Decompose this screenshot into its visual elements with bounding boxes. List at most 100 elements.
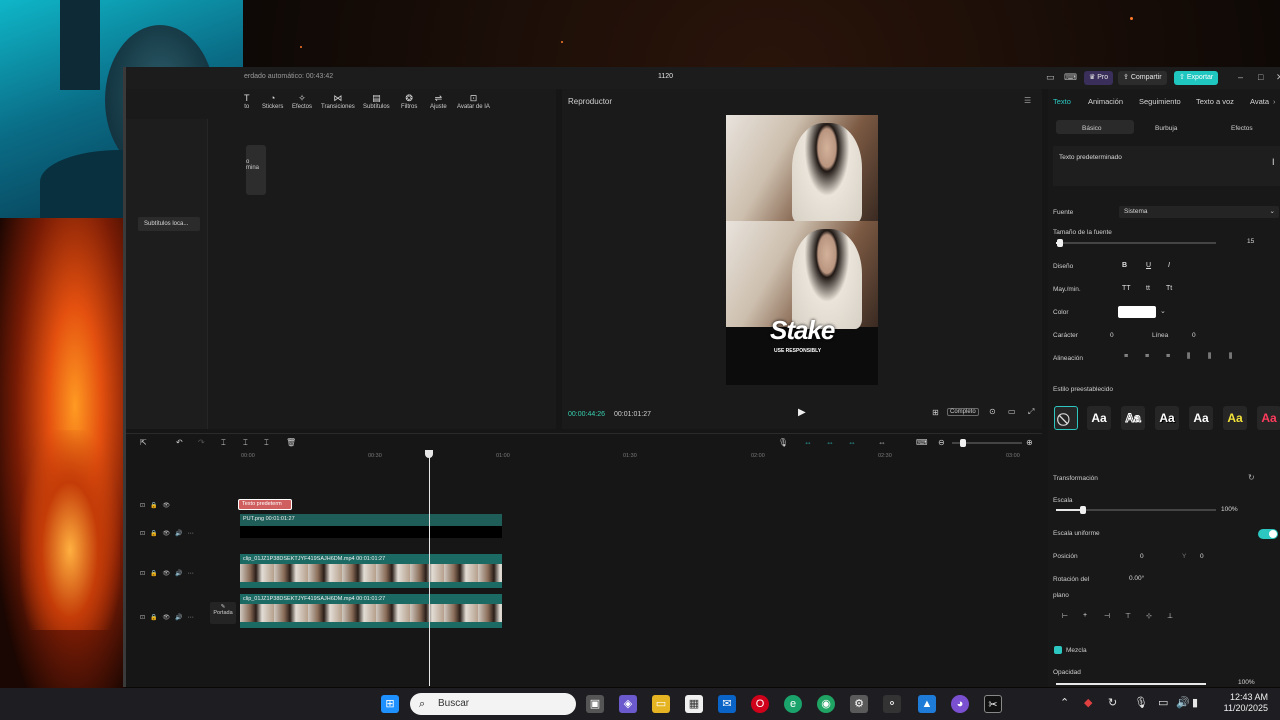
photos-icon[interactable]: ▲ [918, 695, 936, 713]
tab-texto-a-voz[interactable]: Texto a voz [1196, 97, 1234, 106]
undo-icon[interactable]: ↶ [176, 438, 183, 447]
toolbar-stickers[interactable]: ◔ Stickers [262, 93, 283, 110]
toolbar-filters[interactable]: ❂ Filtros [401, 93, 417, 110]
align-left-edge-icon[interactable]: ⊢ [1062, 612, 1068, 620]
link-main-track-icon[interactable]: ⇔ [804, 438, 812, 447]
preset-white[interactable]: Aa [1087, 406, 1111, 430]
export-button[interactable]: ⇧ Exportar [1174, 71, 1219, 85]
chrome-icon[interactable]: ◉ [817, 695, 835, 713]
store-icon[interactable]: ▦ [685, 695, 703, 713]
tab-avatar[interactable]: Avata [1250, 97, 1269, 106]
line-spacing-value[interactable]: 0 [1192, 332, 1196, 339]
video-clip-1[interactable]: clip_01JZ1P38DSEKTJYF419SAJH6DM.mp4 00:0… [240, 554, 502, 588]
font-dropdown[interactable]: Sistema ⌄ [1119, 206, 1279, 218]
outlook-icon[interactable]: ✉ [718, 695, 736, 713]
layout-icon[interactable]: ▭ [1046, 72, 1055, 83]
toolbar-transitions[interactable]: ⋈ Transiciones [321, 93, 355, 110]
close-icon[interactable]: ✕ [1276, 72, 1280, 83]
bold-icon[interactable]: B [1122, 262, 1127, 269]
play-icon[interactable]: ▶ [798, 407, 806, 418]
rotation-value[interactable]: 0.00° [1129, 575, 1144, 582]
project-name[interactable]: 1120 [658, 73, 673, 80]
underline-icon[interactable]: U [1146, 262, 1151, 269]
font-size-value[interactable]: 15 [1247, 238, 1254, 245]
align-center-icon[interactable]: ≡ [1145, 353, 1149, 360]
scale-value[interactable]: 100% [1221, 506, 1238, 513]
tab-texto[interactable]: Texto [1053, 97, 1071, 106]
text-clip[interactable]: Texto predeterm [238, 499, 292, 510]
fullscreen-ratio-icon[interactable]: ▭ [1008, 407, 1016, 416]
file-explorer-icon[interactable]: ▭ [652, 695, 670, 713]
image-clip[interactable]: PUT.png 00:01:01:27 [240, 514, 502, 538]
settings-icon[interactable]: ⚙ [850, 695, 868, 713]
discord-icon[interactable]: ◕ [951, 695, 969, 713]
color-swatch[interactable] [1118, 306, 1156, 318]
subtab-efectos[interactable]: Efectos [1231, 125, 1253, 132]
titlecase-icon[interactable]: Tt [1166, 285, 1172, 292]
preset-none-icon[interactable]: ⃠ [1054, 406, 1078, 430]
taskbar-search[interactable]: ⌕ Buscar [410, 693, 576, 715]
redo-icon[interactable]: ↷ [198, 438, 205, 447]
pro-button[interactable]: ♛ Pro [1084, 71, 1114, 85]
position-y-value[interactable]: 0 [1200, 553, 1204, 560]
video-clip-2[interactable]: clip_01JZ1P38DSEKTJYF419SAJH6DM.mp4 00:0… [240, 594, 502, 628]
video-track-1-controls[interactable]: ⊡ 🔒 👁 🔊 ⋯ [140, 570, 194, 577]
align-bottom-icon[interactable]: ⫼ [1229, 353, 1232, 361]
italic-icon[interactable]: I [1168, 262, 1170, 269]
zoom-fit-icon[interactable]: ⊙ [989, 407, 996, 416]
zoom-in-icon[interactable]: ⊕ [1026, 438, 1033, 447]
toolbar-adjust[interactable]: ⇌ Ajuste [430, 93, 447, 110]
uppercase-icon[interactable]: TT [1122, 285, 1131, 292]
toolbar-ai-avatar[interactable]: ⊡ Avatar de IA [457, 93, 490, 110]
edge-icon[interactable]: e [784, 695, 802, 713]
monitor-icon[interactable]: ▭ [1158, 696, 1168, 709]
captions-icon[interactable]: ⌨ [916, 438, 928, 447]
app-icon[interactable]: ⚬ [883, 695, 901, 713]
align-h-center-icon[interactable]: + [1083, 612, 1087, 619]
windows-start-icon[interactable]: ⊞ [381, 695, 399, 713]
cover-button[interactable]: ✎ Portada [210, 602, 236, 624]
align-left-icon[interactable]: ≡ [1124, 353, 1128, 360]
local-subtitles-item[interactable]: Subtítulos loca... [138, 217, 200, 231]
chevron-right-icon[interactable]: › [1273, 97, 1276, 106]
preset-shadow[interactable]: Aa [1155, 406, 1179, 430]
fullscreen-icon[interactable]: ⤢ [1028, 407, 1034, 417]
tray-sync-icon[interactable]: ↻ [1108, 696, 1117, 709]
align-top-edge-icon[interactable]: ⊤ [1125, 612, 1131, 620]
video-track-2-controls[interactable]: ⊡ 🔒 👁 🔊 ⋯ [140, 614, 194, 621]
select-tool-icon[interactable]: ⇱ [140, 438, 147, 447]
taskbar-clock[interactable]: 12:43 AM 11/20/2025 [1210, 692, 1268, 714]
tab-animacion[interactable]: Animación [1088, 97, 1123, 106]
playhead[interactable] [425, 450, 433, 686]
preset-yellow[interactable]: Aa [1223, 406, 1247, 430]
tab-seguimiento[interactable]: Seguimiento [1139, 97, 1181, 106]
toolbar-effects[interactable]: ✧ Efectos [292, 93, 312, 110]
crop-icon[interactable]: ⊞ [932, 408, 939, 417]
tray-app-icon[interactable]: ◆ [1084, 696, 1092, 709]
magnet-icon[interactable]: ⇔ [826, 438, 834, 447]
align-bottom-edge-icon[interactable]: ⊥ [1167, 612, 1173, 620]
shortcuts-icon[interactable]: ⌨ [1064, 72, 1077, 83]
copilot-icon[interactable]: ◈ [619, 695, 637, 713]
maximize-icon[interactable]: □ [1258, 72, 1263, 82]
minimize-icon[interactable]: – [1238, 72, 1243, 82]
align-top-icon[interactable]: ⫼ [1187, 353, 1190, 361]
preview-axis-icon[interactable]: ⇔ [878, 438, 886, 447]
battery-icon[interactable]: ▮ [1192, 696, 1198, 709]
subtab-burbuja[interactable]: Burbuja [1155, 125, 1177, 132]
toolbar-text[interactable]: Tto [244, 93, 250, 110]
char-spacing-value[interactable]: 0 [1110, 332, 1114, 339]
tray-chevron-icon[interactable]: ⌃ [1060, 696, 1069, 709]
opera-icon[interactable]: O [751, 695, 769, 713]
align-right-icon[interactable]: ≡ [1166, 353, 1170, 360]
lowercase-icon[interactable]: tt [1146, 285, 1150, 292]
share-button[interactable]: ⇪ Compartir [1118, 71, 1167, 85]
preset-plain[interactable]: Aa [1189, 406, 1213, 430]
task-view-icon[interactable]: ▣ [586, 695, 604, 713]
zoom-out-icon[interactable]: ⊖ [938, 438, 945, 447]
microphone-tray-icon[interactable]: 🎙 [1134, 696, 1148, 709]
blend-checkbox[interactable] [1054, 646, 1062, 654]
delete-icon[interactable]: 🗑 [286, 438, 296, 447]
align-right-edge-icon[interactable]: ⊣ [1104, 612, 1110, 620]
ratio-button[interactable]: Completo [947, 408, 979, 416]
